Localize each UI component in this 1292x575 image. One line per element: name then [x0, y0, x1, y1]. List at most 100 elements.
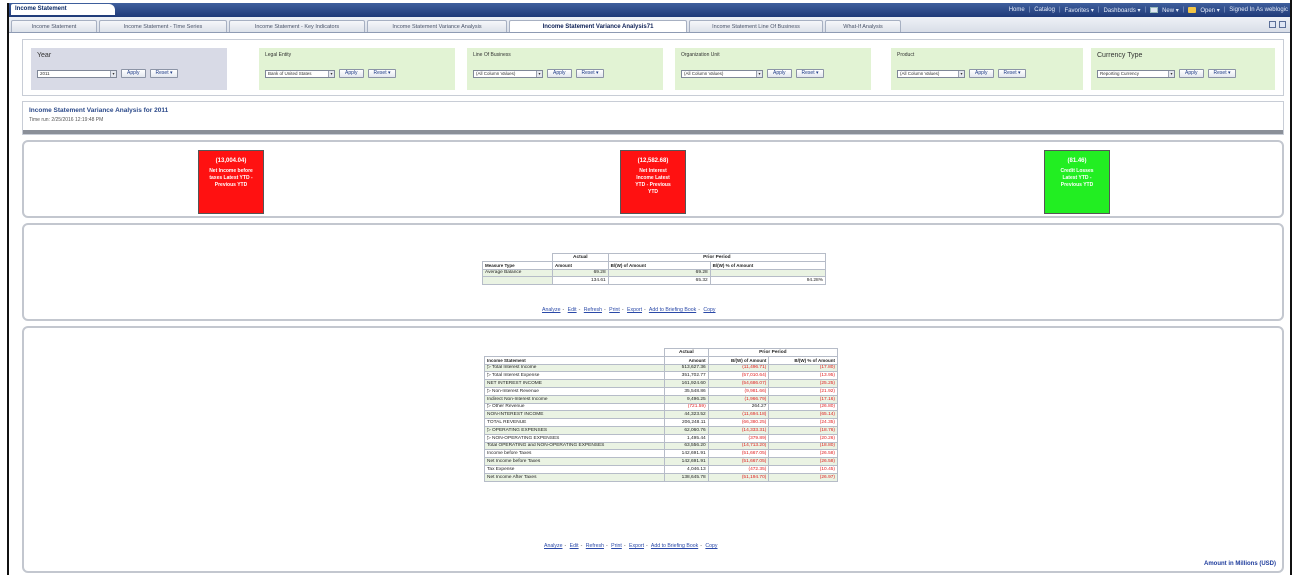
currency-apply-button[interactable]: Apply	[1179, 69, 1204, 78]
legal-entity-reset-button[interactable]: Reset ▾	[367, 69, 397, 78]
edit-link[interactable]: Edit	[568, 307, 577, 313]
copy-link[interactable]: Copy	[705, 543, 717, 549]
table-row: ▷ Non-Interest Revenue 35,548.86 (9,981.66…	[484, 386, 838, 396]
global-links: Home | Catalog | Favorites ▾ | Dashboard…	[1008, 7, 1288, 14]
add-to-briefing-book-link[interactable]: Add to Briefing Book	[649, 307, 696, 313]
lob-select[interactable]: (All Column Values) ▾	[473, 69, 543, 78]
kpi-credit-losses[interactable]: (81.46) Credit Losses Latest YTD - Previ…	[1044, 150, 1110, 214]
export-link[interactable]: Export	[629, 543, 644, 549]
table-row: TOTAL REVENUE 206,248.11 (66,380.25) (24.35…	[484, 418, 838, 427]
favorites-menu[interactable]: Favorites ▾	[1065, 7, 1094, 14]
tab-variance-analysis[interactable]: Income Statement Variance Analysis	[367, 20, 507, 32]
page-menu-icon[interactable]	[1279, 21, 1286, 28]
column-header[interactable]: B/(W) % of Amount	[768, 355, 838, 365]
table-row: ▷ Total Interest Income 513,627.36 (11,496…	[484, 363, 838, 373]
year-apply-button[interactable]: Apply	[121, 69, 146, 78]
new-menu[interactable]: New ▾	[1162, 7, 1179, 14]
table-cell: 62,060.76	[664, 425, 709, 435]
table-row: NON-INTEREST INCOME 44,323.52 (11,694.18)(…	[484, 410, 838, 420]
currency-reset-button[interactable]: Reset ▾	[1207, 69, 1237, 78]
add-to-briefing-book-link[interactable]: Add to Briefing Book	[651, 543, 698, 549]
refresh-link[interactable]: Refresh	[584, 307, 602, 313]
column-header[interactable]: Amount	[552, 260, 609, 270]
year-select[interactable]: 2011 ▾	[37, 69, 117, 78]
table-row: Indirect Non-Interest Income 9,496.25 (1,9…	[484, 394, 838, 404]
kpi-net-income-before-taxes[interactable]: (13,004.04) Net Income before taxes Late…	[198, 150, 264, 214]
column-header[interactable]: B/(W) of Amount	[707, 355, 770, 365]
table-cell: (14,333.31)	[707, 425, 770, 435]
dashboards-menu[interactable]: Dashboards ▾	[1103, 7, 1140, 14]
legal-entity-select[interactable]: Bank of United States ▾	[265, 69, 335, 78]
lob-reset-button[interactable]: Reset ▾	[575, 69, 605, 78]
row-label[interactable]: ▷ OPERATING EXPENSES	[484, 425, 665, 435]
row-label[interactable]: ▷ NON-OPERATING EXPENSES	[484, 433, 665, 443]
column-header[interactable]: Amount	[664, 355, 709, 365]
app-frame: Income Statement Home | Catalog | Favori…	[7, 3, 1292, 575]
tab-key-indicators[interactable]: Income Statement - Key Indicators	[229, 20, 365, 32]
table-cell: (721.59)	[664, 402, 709, 412]
row-label[interactable]: ▷ Total Interest Income	[484, 363, 665, 373]
row-label[interactable]: ▷ Non-Interest Revenue	[484, 386, 665, 396]
column-header[interactable]: B/(W) % of Amount	[709, 260, 827, 270]
tab-line-of-business[interactable]: Income Statement Line Of Business	[689, 20, 823, 32]
catalog-link[interactable]: Catalog	[1034, 7, 1055, 13]
table-row: ▷ OPERATING EXPENSES 62,060.76 (14,333.31)…	[484, 425, 838, 435]
product-select[interactable]: (All Column Values) ▾	[897, 69, 965, 78]
print-link[interactable]: Print	[611, 543, 622, 549]
row-label: TOTAL REVENUE	[484, 418, 665, 427]
org-unit-select[interactable]: (All Column Values) ▾	[681, 69, 763, 78]
row-label[interactable]: ▷ Other Revenue	[484, 402, 665, 412]
legal-entity-apply-button[interactable]: Apply	[339, 69, 364, 78]
org-unit-apply-button[interactable]: Apply	[767, 69, 792, 78]
table-row: Tax Expense 4,046.13 (472.35) (10.45)	[484, 464, 838, 474]
year-reset-button[interactable]: Reset ▾	[149, 69, 179, 78]
table-cell: 1,495.44	[664, 433, 709, 443]
column-header[interactable]: B/(W) of Amount	[607, 260, 711, 270]
print-link[interactable]: Print	[609, 307, 620, 313]
copy-link[interactable]: Copy	[703, 307, 715, 313]
table-cell: (66,380.25)	[707, 418, 770, 427]
table-cell: (18.80)	[768, 441, 838, 451]
app-title: Income Statement	[11, 4, 115, 15]
table-cell: 142,691.91	[664, 457, 709, 466]
dashboard-tabs: Income Statement Income Statement - Time…	[9, 17, 1292, 33]
row-header: Income Statement	[484, 355, 665, 365]
lob-apply-button[interactable]: Apply	[547, 69, 572, 78]
row-label[interactable]: ▷ Total Interest Expense	[484, 371, 665, 381]
home-link[interactable]: Home	[1009, 7, 1025, 13]
tab-what-if[interactable]: What-If Analysis	[825, 20, 901, 32]
table-row: Average Balance 69.28 69.28	[482, 268, 827, 278]
export-link[interactable]: Export	[627, 307, 642, 313]
edit-link[interactable]: Edit	[570, 543, 579, 549]
lob-prompt: Line Of Business (All Column Values) ▾ Ap…	[467, 48, 663, 90]
kpi-net-interest-income[interactable]: (12,582.68) Net Interest Income Latest Y…	[620, 150, 686, 214]
table-cell: (54,686.07)	[707, 379, 770, 388]
chevron-down-icon: ▾	[958, 70, 964, 77]
table-cell: (26.97)	[768, 472, 838, 482]
product-apply-button[interactable]: Apply	[969, 69, 994, 78]
signed-in-user[interactable]: Signed In As weblogic	[1229, 7, 1288, 13]
product-reset-button[interactable]: Reset ▾	[997, 69, 1027, 78]
tab-time-series[interactable]: Income Statement - Time Series	[99, 20, 227, 32]
org-unit-label: Organization Unit	[681, 52, 720, 58]
table-cell: 35,548.86	[664, 386, 709, 396]
page-options-icon[interactable]	[1269, 21, 1276, 28]
table-row: 134.61 65.32 94.28%	[482, 276, 827, 286]
table-row: ▷ Other Revenue (721.59) 264.27 (26.80)	[484, 402, 838, 412]
table-cell: (26.58)	[768, 449, 838, 459]
analyze-link[interactable]: Analyze	[542, 307, 560, 313]
tab-variance-analysis71[interactable]: Income Statement Variance Analysis71	[509, 20, 687, 32]
row-label: Net Income before Taxes	[484, 457, 665, 466]
org-unit-reset-button[interactable]: Reset ▾	[795, 69, 825, 78]
open-menu[interactable]: Open ▾	[1200, 7, 1219, 14]
new-icon	[1150, 7, 1159, 13]
table-cell: (13.95)	[768, 371, 838, 381]
kpi-panel: (13,004.04) Net Income before taxes Late…	[22, 140, 1284, 218]
table-cell: (14,713.20)	[707, 441, 770, 451]
currency-select[interactable]: Reporting Currency ▾	[1097, 69, 1175, 78]
analyze-link[interactable]: Analyze	[544, 543, 562, 549]
refresh-link[interactable]: Refresh	[586, 543, 604, 549]
tab-income-statement[interactable]: Income Statement	[11, 20, 97, 32]
report-time-run: Time run: 2/25/2016 12:19:48 PM	[29, 117, 104, 123]
org-unit-prompt: Organization Unit (All Column Values) ▾ A…	[675, 48, 871, 90]
